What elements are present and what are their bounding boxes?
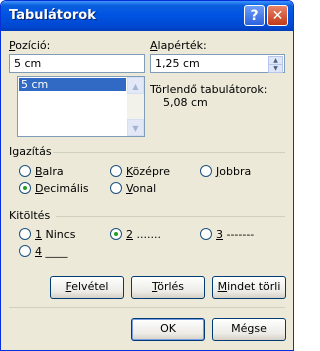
default-tab-label: Alapérték: <box>150 39 207 52</box>
bottom-divider <box>9 307 285 308</box>
leader-dashes-radio[interactable] <box>200 228 212 240</box>
leader-title: Kitöltés <box>9 209 51 222</box>
leader-divider <box>56 216 285 217</box>
to-clear-value: 5,08 cm <box>163 96 208 109</box>
leader-none-label[interactable]: 1 Nincs <box>35 228 76 241</box>
scroll-up-icon[interactable]: ▲ <box>127 77 144 94</box>
title-bar[interactable]: Tabulátorok ? ✕ <box>1 1 293 31</box>
align-center-radio[interactable] <box>110 165 122 177</box>
leader-dots-radio[interactable] <box>110 228 122 240</box>
list-scrollbar[interactable]: ▲ ▼ <box>127 77 144 136</box>
set-button[interactable]: Felvétel <box>50 276 124 299</box>
position-list[interactable]: 5 cm ▲ ▼ <box>17 76 145 137</box>
to-clear-label: Törlendő tabulátorok: <box>150 83 268 96</box>
tabs-dialog: Tabulátorok ? ✕ Pozíció: 5 cm 5 cm ▲ ▼ A… <box>0 0 294 351</box>
alignment-divider <box>53 152 285 153</box>
close-icon: ✕ <box>271 8 284 24</box>
help-button[interactable]: ? <box>244 5 265 26</box>
align-left-radio[interactable] <box>19 165 31 177</box>
list-item[interactable]: 5 cm <box>19 78 126 91</box>
help-icon: ? <box>250 8 259 24</box>
leader-underline-label[interactable]: 4 ____ <box>35 245 68 258</box>
align-decimal-label[interactable]: Decimális <box>35 182 89 195</box>
align-left-label[interactable]: Balra <box>35 165 64 178</box>
alignment-title: Igazítás <box>9 145 52 158</box>
window-title: Tabulátorok <box>9 8 96 23</box>
leader-underline-radio[interactable] <box>19 245 31 257</box>
close-button[interactable]: ✕ <box>267 5 288 26</box>
leader-none-radio[interactable] <box>19 228 31 240</box>
align-bar-label[interactable]: Vonal <box>126 182 156 195</box>
ok-button[interactable]: OK <box>131 318 205 341</box>
align-right-label[interactable]: Jobbra <box>216 165 251 178</box>
leader-dashes-label[interactable]: 3 ------- <box>216 228 254 241</box>
align-bar-radio[interactable] <box>110 182 122 194</box>
align-center-label[interactable]: Középre <box>126 165 170 178</box>
clear-all-button[interactable]: Mindet törli <box>212 276 286 299</box>
radio-selected-dot <box>114 232 118 236</box>
spin-down-icon[interactable]: ▼ <box>268 64 283 73</box>
position-input[interactable]: 5 cm <box>9 54 145 73</box>
position-label: Pozíció: <box>9 39 51 52</box>
align-decimal-radio[interactable] <box>19 182 31 194</box>
align-right-radio[interactable] <box>200 165 212 177</box>
default-tab-input[interactable]: 1,25 cm ▲ ▼ <box>150 54 285 73</box>
scroll-down-icon[interactable]: ▼ <box>127 119 144 136</box>
leader-dots-label[interactable]: 2 ....... <box>126 228 161 241</box>
clear-button[interactable]: Törlés <box>131 276 205 299</box>
radio-selected-dot <box>23 186 27 190</box>
cancel-button[interactable]: Mégse <box>212 318 286 341</box>
